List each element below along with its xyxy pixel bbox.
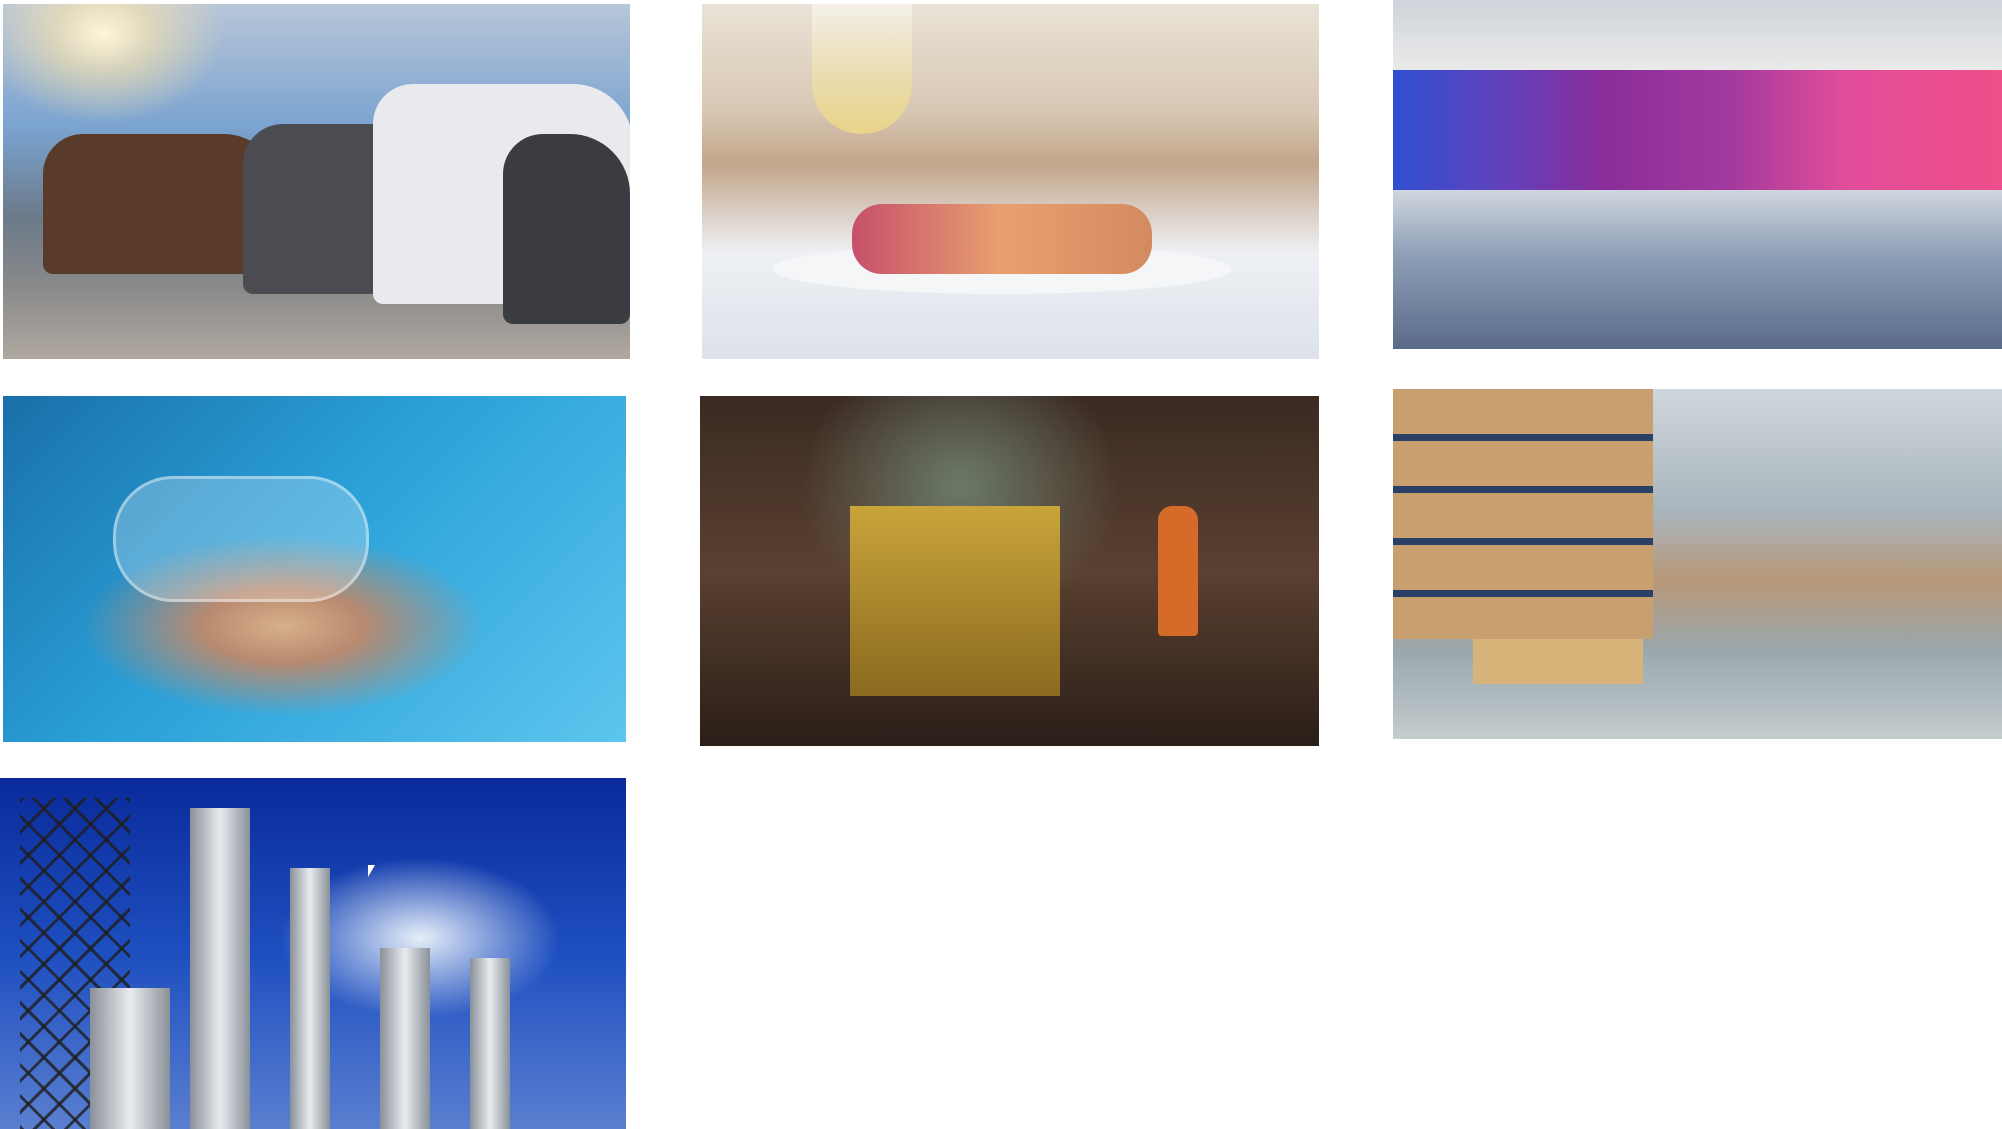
plant-column: [290, 868, 330, 1129]
mouse-cursor-icon: [368, 865, 375, 877]
machine-base: [1393, 190, 2002, 349]
image-underground-mining: [700, 396, 1319, 746]
pill-jar: [113, 476, 369, 602]
plant-column: [190, 808, 250, 1129]
car-shape: [503, 134, 630, 324]
image-industrial-plant: [0, 778, 626, 1129]
machine-top: [1393, 0, 2002, 70]
wine-glass: [812, 4, 912, 134]
plant-column: [90, 988, 170, 1129]
plant-column: [470, 958, 510, 1129]
pallet: [1473, 639, 1643, 684]
image-warehouse: [1393, 389, 2002, 739]
image-textile-spools: [1393, 0, 2002, 349]
food: [852, 204, 1152, 274]
image-restaurant-dish: [702, 4, 1319, 359]
storage-rack: [1393, 389, 1653, 639]
image-pharmaceutical-pills: [3, 396, 626, 742]
image-cars: [3, 4, 630, 359]
plant-column: [380, 948, 430, 1129]
mining-machine: [850, 506, 1060, 696]
mine-worker: [1158, 506, 1198, 636]
